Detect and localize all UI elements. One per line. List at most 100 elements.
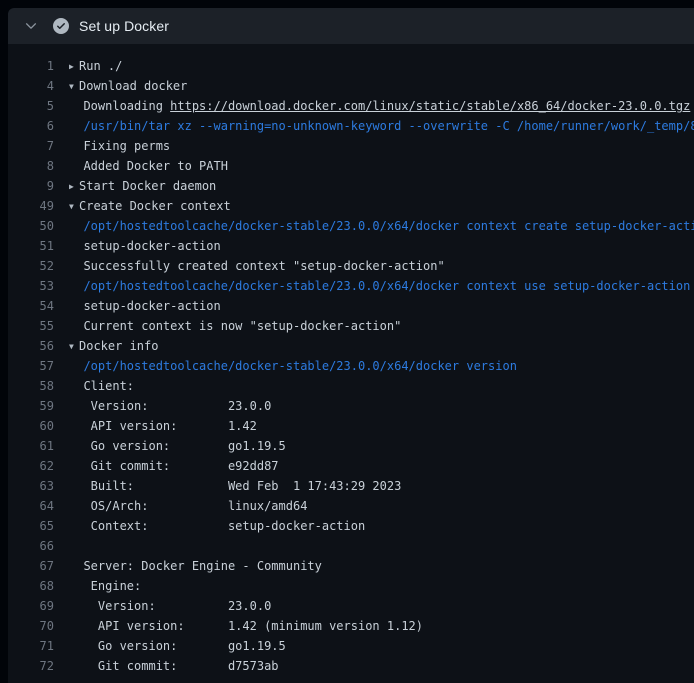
- line-number[interactable]: 69: [8, 596, 54, 616]
- line-number[interactable]: 64: [8, 496, 54, 516]
- line-number[interactable]: 51: [8, 236, 54, 256]
- group-title[interactable]: Run ./: [79, 59, 122, 73]
- line-number[interactable]: 53: [8, 276, 54, 296]
- line-number[interactable]: 54: [8, 296, 54, 316]
- line-number[interactable]: 67: [8, 556, 54, 576]
- line-number[interactable]: 6: [8, 116, 54, 136]
- triangle-down-icon[interactable]: ▼: [69, 77, 79, 96]
- log-text: setup-docker-action: [69, 239, 221, 253]
- line-number[interactable]: 62: [8, 456, 54, 476]
- log-line: 59 Version: 23.0.0: [8, 396, 694, 416]
- group-title[interactable]: Create Docker context: [79, 199, 231, 213]
- line-number[interactable]: 63: [8, 476, 54, 496]
- line-content: Fixing perms: [69, 136, 170, 156]
- line-number[interactable]: 66: [8, 536, 54, 556]
- line-number[interactable]: 61: [8, 436, 54, 456]
- log-text: Version: 23.0.0: [69, 399, 271, 413]
- line-number[interactable]: 1: [8, 56, 54, 76]
- step-header[interactable]: Set up Docker: [8, 8, 694, 44]
- chevron-down-icon[interactable]: [24, 19, 38, 33]
- log-text: Built: Wed Feb 1 17:43:29 2023: [69, 479, 401, 493]
- line-number[interactable]: 50: [8, 216, 54, 236]
- group-title[interactable]: Download docker: [79, 79, 187, 93]
- log-text: Current context is now "setup-docker-act…: [69, 319, 401, 333]
- line-content: Server: Docker Engine - Community: [69, 556, 322, 576]
- log-text: OS/Arch: linux/amd64: [69, 499, 307, 513]
- line-content: ▼Docker info: [69, 336, 158, 356]
- log-text: Server: Docker Engine - Community: [69, 559, 322, 573]
- line-content: Go version: go1.19.5: [69, 436, 286, 456]
- log-line: 51 setup-docker-action: [8, 236, 694, 256]
- log-line: 60 API version: 1.42: [8, 416, 694, 436]
- line-number[interactable]: 70: [8, 616, 54, 636]
- log-text: Git commit: e92dd87: [69, 459, 279, 473]
- line-content: Engine:: [69, 576, 141, 596]
- log-line: 54 setup-docker-action: [8, 296, 694, 316]
- log-line: 63 Built: Wed Feb 1 17:43:29 2023: [8, 476, 694, 496]
- line-number[interactable]: 8: [8, 156, 54, 176]
- log-line: 8 Added Docker to PATH: [8, 156, 694, 176]
- line-content: Client:: [69, 376, 134, 396]
- triangle-down-icon[interactable]: ▼: [69, 337, 79, 356]
- line-number[interactable]: 58: [8, 376, 54, 396]
- line-content: Added Docker to PATH: [69, 156, 228, 176]
- line-number[interactable]: 4: [8, 76, 54, 96]
- log-line: 1 ▶Run ./: [8, 56, 694, 76]
- line-number[interactable]: 71: [8, 636, 54, 656]
- triangle-right-icon[interactable]: ▶: [69, 177, 79, 196]
- log-line: 57 /opt/hostedtoolcache/docker-stable/23…: [8, 356, 694, 376]
- log-text: Successfully created context "setup-dock…: [69, 259, 445, 273]
- log-text: Context: setup-docker-action: [69, 519, 365, 533]
- check-circle-icon: [53, 18, 69, 34]
- line-number[interactable]: 52: [8, 256, 54, 276]
- line-number[interactable]: 65: [8, 516, 54, 536]
- log-text: /opt/hostedtoolcache/docker-stable/23.0.…: [69, 359, 517, 373]
- log-line: 65 Context: setup-docker-action: [8, 516, 694, 536]
- line-content: /opt/hostedtoolcache/docker-stable/23.0.…: [69, 276, 690, 296]
- group-title[interactable]: Start Docker daemon: [79, 179, 216, 193]
- log-line: 70 API version: 1.42 (minimum version 1.…: [8, 616, 694, 636]
- log-link[interactable]: https://download.docker.com/linux/static…: [170, 99, 690, 113]
- line-number[interactable]: 7: [8, 136, 54, 156]
- log-line: 7 Fixing perms: [8, 136, 694, 156]
- log-line: 72 Git commit: d7573ab: [8, 656, 694, 676]
- line-number[interactable]: 5: [8, 96, 54, 116]
- log-line: 50 /opt/hostedtoolcache/docker-stable/23…: [8, 216, 694, 236]
- line-content: ▼Download docker: [69, 76, 187, 96]
- log-line: 4 ▼Download docker: [8, 76, 694, 96]
- line-content: Version: 23.0.0: [69, 396, 271, 416]
- line-content: ▶Run ./: [69, 56, 122, 76]
- line-content: ▶Start Docker daemon: [69, 176, 216, 196]
- log-line: 67 Server: Docker Engine - Community: [8, 556, 694, 576]
- line-content: API version: 1.42 (minimum version 1.12): [69, 616, 423, 636]
- triangle-down-icon[interactable]: ▼: [69, 197, 79, 216]
- line-number[interactable]: 57: [8, 356, 54, 376]
- line-number[interactable]: 68: [8, 576, 54, 596]
- log-line: 53 /opt/hostedtoolcache/docker-stable/23…: [8, 276, 694, 296]
- log-line: 56 ▼Docker info: [8, 336, 694, 356]
- line-number[interactable]: 56: [8, 336, 54, 356]
- group-title[interactable]: Docker info: [79, 339, 158, 353]
- line-number[interactable]: 60: [8, 416, 54, 436]
- triangle-right-icon[interactable]: ▶: [69, 57, 79, 76]
- log-line: 71 Go version: go1.19.5: [8, 636, 694, 656]
- log-line: 58 Client:: [8, 376, 694, 396]
- line-content: /opt/hostedtoolcache/docker-stable/23.0.…: [69, 216, 694, 236]
- log-line: 55 Current context is now "setup-docker-…: [8, 316, 694, 336]
- log-line: 69 Version: 23.0.0: [8, 596, 694, 616]
- line-content: Go version: go1.19.5: [69, 636, 286, 656]
- log-line: 61 Go version: go1.19.5: [8, 436, 694, 456]
- log-line: 66: [8, 536, 694, 556]
- line-content: /opt/hostedtoolcache/docker-stable/23.0.…: [69, 356, 517, 376]
- line-content: Git commit: d7573ab: [69, 656, 279, 676]
- log-text: Engine:: [69, 579, 141, 593]
- line-content: Downloading https://download.docker.com/…: [69, 96, 690, 116]
- log-line: 9 ▶Start Docker daemon: [8, 176, 694, 196]
- log-text: API version: 1.42 (minimum version 1.12): [69, 619, 423, 633]
- line-number[interactable]: 72: [8, 656, 54, 676]
- log-line: 6 /usr/bin/tar xz --warning=no-unknown-k…: [8, 116, 694, 136]
- line-number[interactable]: 55: [8, 316, 54, 336]
- line-number[interactable]: 9: [8, 176, 54, 196]
- line-number[interactable]: 49: [8, 196, 54, 216]
- line-number[interactable]: 59: [8, 396, 54, 416]
